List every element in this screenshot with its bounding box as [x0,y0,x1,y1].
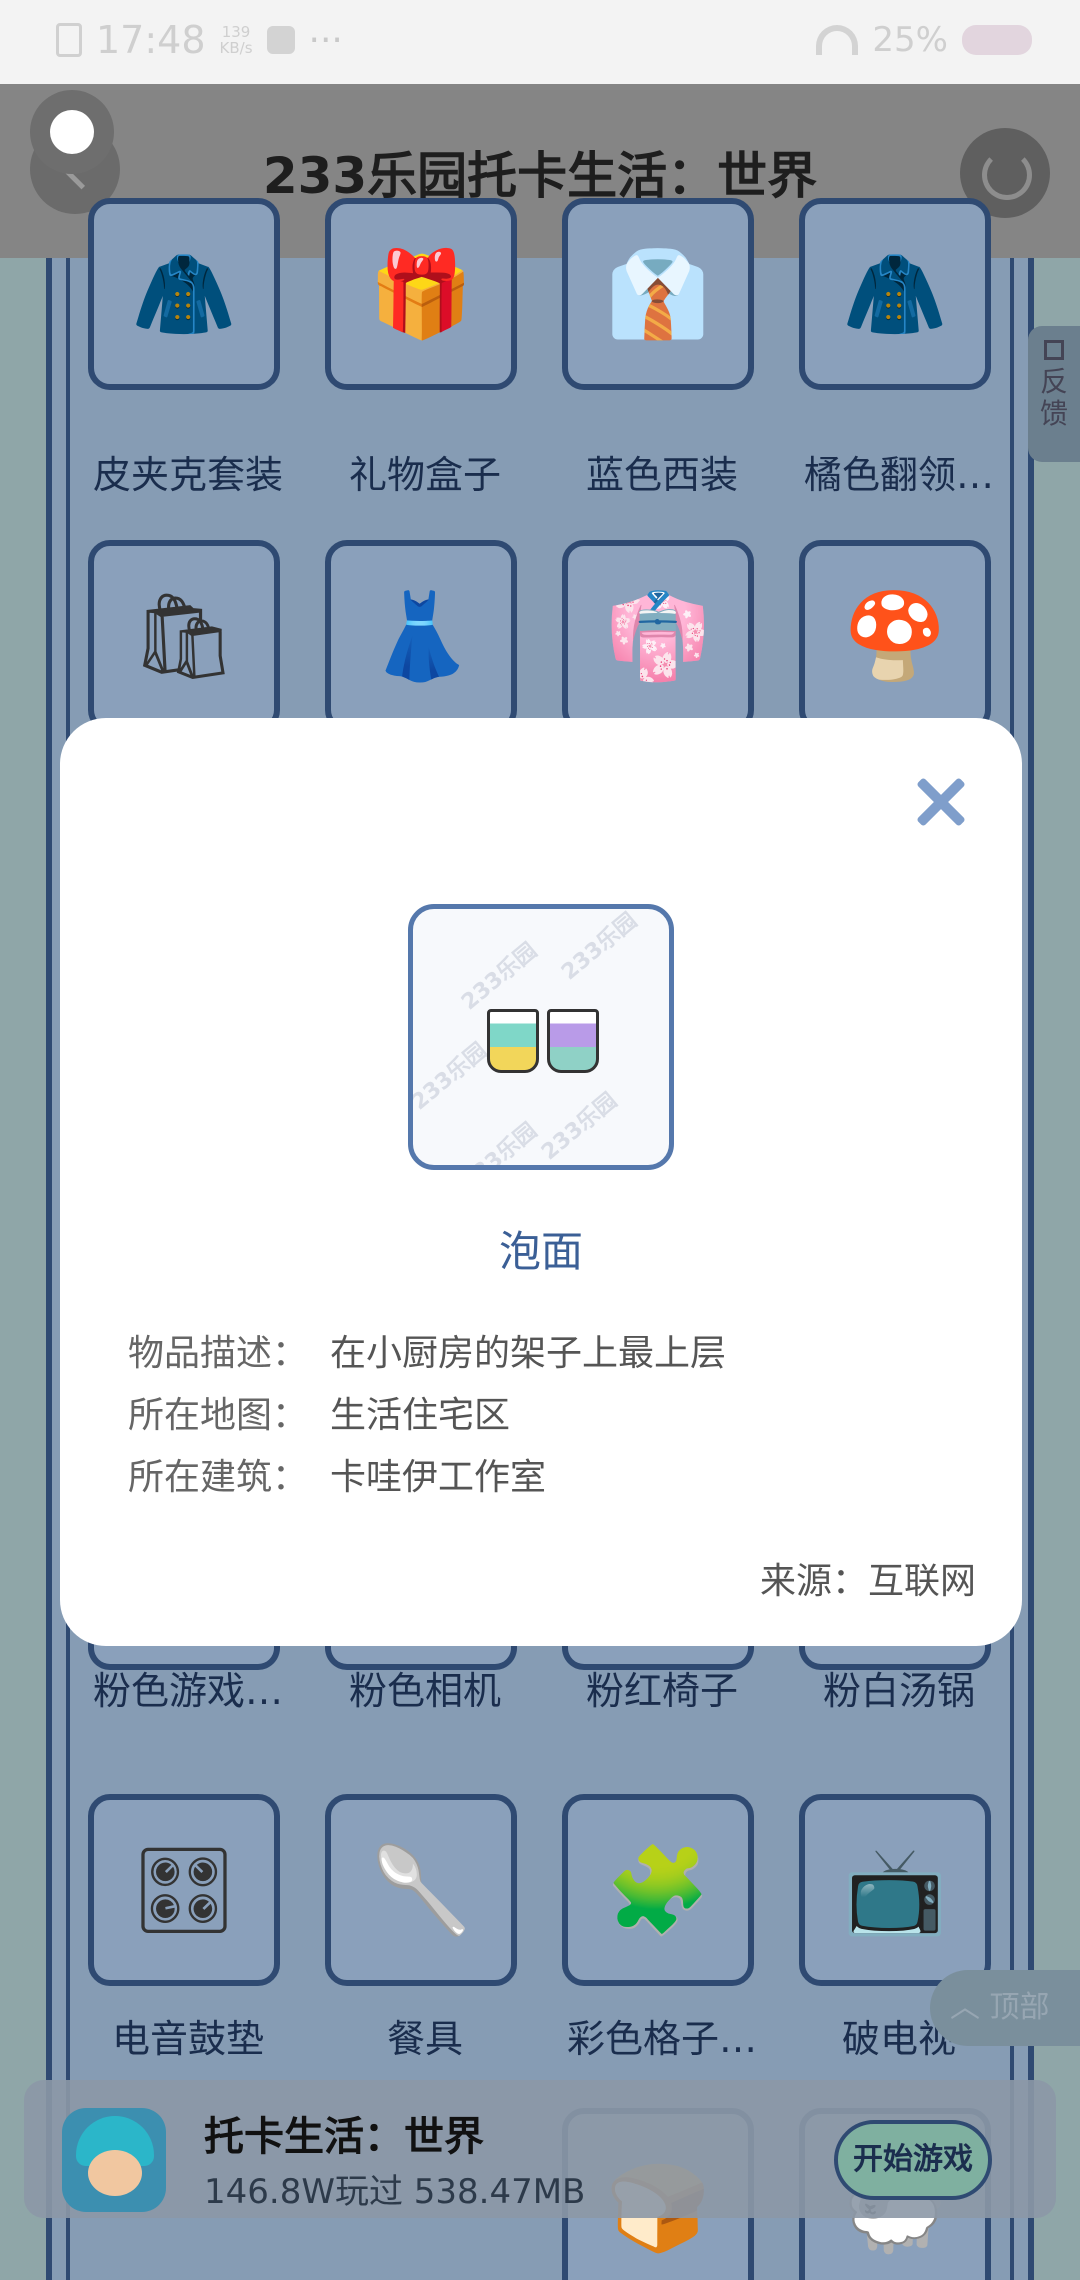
grid-item[interactable]: 👗 [283,540,519,732]
game-title: 托卡生活：世界 [204,2114,484,2160]
status-left: 17:48 139 KB/s ··· [56,18,343,62]
description-value: 在小厨房的架子上最上层 [330,1333,727,1374]
grid-item[interactable]: 🎛 电音鼓垫 [46,1794,282,2061]
start-game-button[interactable]: 开始游戏 [834,2120,992,2200]
building-row: 所在建筑： 卡哇伊工作室 [128,1448,546,1500]
close-icon[interactable] [910,772,970,832]
item-label: 橘色翻领… [803,453,994,497]
shopping-bag-icon: 🛍 [130,587,238,685]
network-speed: 139 KB/s [220,24,253,56]
utensils-icon: 🥄 [368,1841,474,1939]
game-icon-face [88,2150,142,2196]
grid-item[interactable]: 🍄 [757,540,993,732]
broken-tv-icon: 📺 [842,1841,948,1939]
checkered-cushion-icon: 🧩 [605,1841,711,1939]
watermark: 233乐园 [457,938,543,1016]
floating-assistive-dot[interactable] [30,90,114,174]
grid-item[interactable]: 🧩 彩色格子… [520,1794,757,2061]
item-card: 👔 [562,198,754,390]
grid-item[interactable]: 🛍 [46,540,282,732]
orange-jacket-icon: 🧥 [842,245,948,343]
battery-icon [962,25,1032,55]
watermark: 233乐园 [408,1038,493,1116]
grid-item[interactable]: 🧥 橘色翻领… [757,198,994,498]
pink-dress-icon: 👗 [368,587,474,685]
building-label: 所在建筑： [128,1457,309,1498]
game-stats: 146.8W玩过 538.47MB [204,2172,586,2212]
sim-icon [56,23,82,57]
status-right: 25% [816,20,1032,60]
watermark: 233乐园 [537,1088,623,1166]
description-label: 物品描述： [128,1333,309,1374]
grid-item[interactable]: 👘 [520,540,756,732]
map-label: 所在地图： [128,1395,309,1436]
drum-pad-icon: 🎛 [130,1841,238,1939]
map-row: 所在地图： 生活住宅区 [128,1386,510,1438]
source-text: 来源：互联网 [759,1561,976,1602]
game-bar: 托卡生活：世界 146.8W玩过 538.47MB 开始游戏 [24,2080,1056,2218]
item-card: 🧥 [88,198,280,390]
item-card: 🎛 [88,1794,280,1986]
grid-item[interactable]: 👔 蓝色西装 [520,198,756,498]
watermark: 233乐园 [557,908,643,986]
item-card: 🎁 [325,198,517,390]
grid-item[interactable]: 🎁 礼物盒子 [283,198,519,498]
more-notifications-icon: ··· [308,19,343,61]
pink-stool-icon: 🍄 [842,587,948,685]
item-label: 粉白汤锅 [822,1669,975,1713]
blue-suit-icon: 👔 [605,245,711,343]
scroll-to-top-button[interactable]: ︿ 顶部 [930,1970,1080,2046]
item-card: 🧥 [799,198,991,390]
item-card: 🍄 [799,540,991,732]
item-card: 🛍 [88,540,280,732]
noodle-cup-icon [487,1009,539,1073]
battery-level: 25% [872,20,948,60]
edit-icon [1044,340,1064,360]
feedback-label-2: 馈 [1039,397,1068,430]
item-card: 👗 [325,540,517,732]
feedback-label-1: 反 [1039,365,1068,398]
description-row: 物品描述： 在小厨房的架子上最上层 [128,1324,726,1376]
dark-dress-icon: 👘 [605,587,711,685]
item-name: 泡面 [498,1227,583,1276]
wifi-icon [816,25,859,55]
gift-box-icon: 🎁 [368,245,474,343]
building-value: 卡哇伊工作室 [330,1457,547,1498]
message-icon [266,26,295,54]
leather-jacket-icon: 🧥 [131,245,237,343]
noodle-cup-icon [547,1009,599,1073]
grid-item[interactable]: 🥄 餐具 [283,1794,519,2061]
status-bar: 17:48 139 KB/s ··· 25% [0,0,1080,84]
status-time: 17:48 [96,18,206,62]
item-card: 📺 [799,1794,991,1986]
grid-item[interactable]: 🧥 皮夹克套装 [46,198,283,498]
item-card: 👘 [562,540,754,732]
game-app-icon[interactable] [62,2108,166,2212]
item-card: 🧩 [562,1794,754,1986]
network-speed-unit: KB/s [219,39,253,57]
watermark: 233乐园 [457,1118,543,1170]
item-card: 🥄 [325,1794,517,1986]
item-detail-modal: 233乐园 233乐园 233乐园 233乐园 233乐园 泡面 物品描述： 在小… [60,718,1022,1646]
item-image-card: 233乐园 233乐园 233乐园 233乐园 233乐园 [408,904,674,1170]
feedback-tab[interactable]: 反 馈 [1028,326,1080,462]
map-value: 生活住宅区 [330,1395,511,1436]
